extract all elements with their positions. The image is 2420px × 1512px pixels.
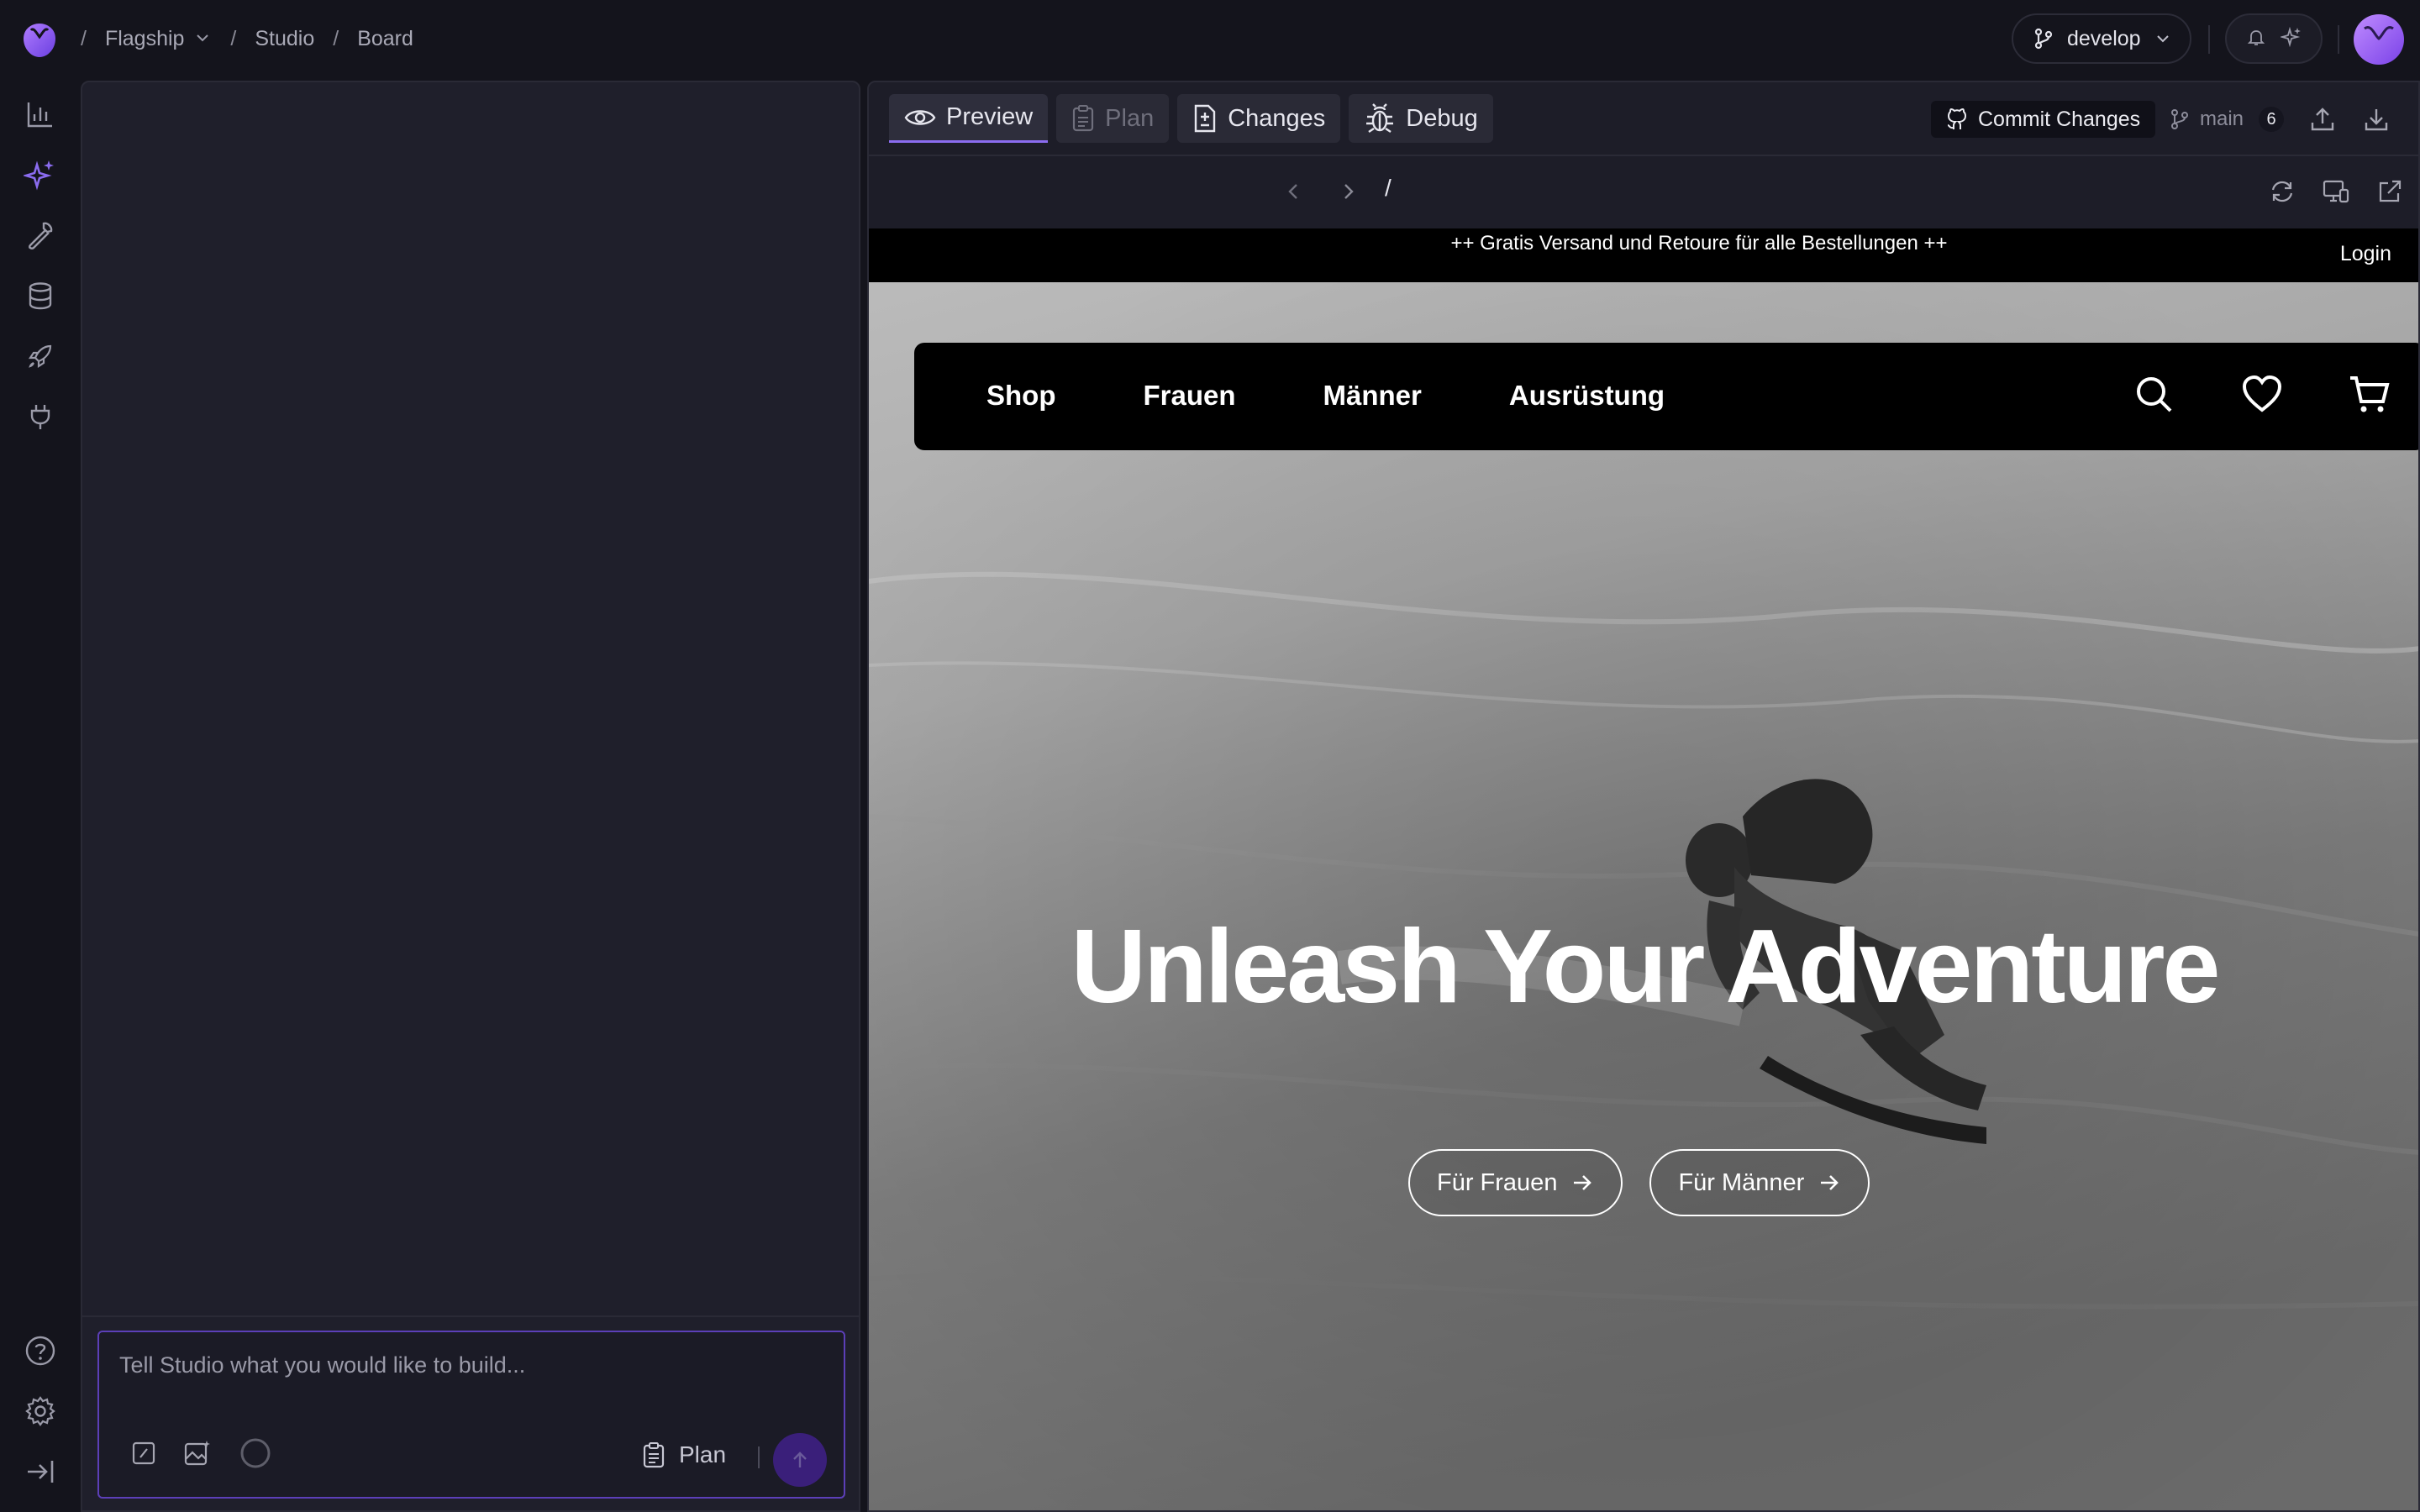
preview-panel: Preview Plan Changes Debug Commit Change… <box>867 81 2420 1512</box>
left-rail <box>0 77 81 1512</box>
loading-indicator-icon <box>239 1436 272 1474</box>
download-icon[interactable] <box>2361 104 2391 134</box>
wrench-icon[interactable] <box>24 218 57 252</box>
collapse-sidebar-icon[interactable] <box>24 1455 57 1488</box>
cta-label: Für Männer <box>1678 1168 1805 1196</box>
plan-mode-button[interactable]: Plan <box>642 1441 726 1468</box>
back-arrow-icon[interactable] <box>1279 176 1309 207</box>
eye-icon <box>904 109 936 125</box>
tab-label: Changes <box>1228 104 1326 132</box>
database-icon[interactable] <box>24 279 57 312</box>
slash-command-icon[interactable] <box>131 1441 156 1470</box>
app-logo-icon[interactable] <box>18 18 60 60</box>
branch-selector[interactable]: develop <box>2012 13 2191 64</box>
branch-name: develop <box>2067 26 2141 50</box>
browser-nav-bar: / <box>869 156 2418 227</box>
breadcrumb-page[interactable]: Board <box>357 27 413 51</box>
nav-link-maenner[interactable]: Männer <box>1323 380 1422 412</box>
nav-link-frauen[interactable]: Frauen <box>1143 380 1235 412</box>
help-icon[interactable] <box>24 1334 57 1368</box>
target-branch[interactable]: main 6 <box>2170 102 2285 136</box>
tab-label: Plan <box>1105 104 1155 132</box>
site-navigation: Shop Frauen Männer Ausrüstung <box>914 343 2418 450</box>
plug-icon[interactable] <box>24 400 57 433</box>
chevron-down-icon <box>197 34 209 41</box>
tab-changes[interactable]: Changes <box>1177 94 1341 143</box>
search-icon[interactable] <box>2133 373 2176 421</box>
site-nav-links: Shop Frauen Männer Ausrüstung <box>986 380 1752 412</box>
divider <box>758 1446 760 1468</box>
prompt-input[interactable]: Tell Studio what you would like to build… <box>119 1352 525 1378</box>
breadcrumb-separator: / <box>230 26 237 50</box>
divider <box>2208 25 2210 54</box>
site-preview: ++ Gratis Versand und Retoure für alle B… <box>869 228 2418 1510</box>
github-icon <box>1947 108 1967 129</box>
commit-label: Commit Changes <box>1978 107 2141 131</box>
branch-name: main <box>2200 108 2244 130</box>
settings-icon[interactable] <box>24 1394 57 1428</box>
site-nav-icons <box>2133 373 2391 421</box>
shop-men-button[interactable]: Für Männer <box>1649 1149 1870 1216</box>
git-branch-icon <box>2171 109 2188 129</box>
composer-tools <box>131 1436 272 1474</box>
hero-cta-group: Für Frauen Für Männer <box>1408 1149 1870 1216</box>
preview-tabs: Preview Plan Changes Debug <box>889 94 1493 146</box>
breadcrumb: / Flagship / Studio / Board <box>81 24 413 54</box>
breadcrumb-separator: / <box>333 26 339 50</box>
file-diff-icon <box>1195 104 1216 133</box>
bell-icon[interactable] <box>2246 27 2266 51</box>
heart-icon[interactable] <box>2240 373 2284 421</box>
arrow-right-icon <box>1574 1175 1592 1190</box>
ai-sparkle-icon[interactable] <box>24 158 57 192</box>
plan-label: Plan <box>679 1441 727 1467</box>
nav-link-shop[interactable]: Shop <box>986 380 1055 412</box>
cta-label: Für Frauen <box>1437 1168 1558 1196</box>
top-bar: / Flagship / Studio / Board develop <box>0 0 2420 77</box>
chevron-down-icon <box>2157 35 2169 43</box>
promo-banner: ++ Gratis Versand und Retoure für alle B… <box>869 228 2418 282</box>
tab-label: Debug <box>1406 104 1478 132</box>
hero-title: Unleash Your Adventure <box>1071 909 2221 1025</box>
clipboard-icon <box>1073 105 1094 132</box>
breadcrumb-project[interactable]: Flagship <box>105 27 210 51</box>
chat-panel: Tell Studio what you would like to build… <box>81 81 860 1512</box>
analytics-icon[interactable] <box>24 97 57 131</box>
login-link[interactable]: Login <box>2340 242 2391 266</box>
tab-label: Preview <box>946 103 1034 130</box>
divider <box>82 1315 859 1317</box>
url-path[interactable]: / <box>1385 175 1392 202</box>
arrow-up-icon <box>793 1452 807 1467</box>
divider <box>2338 25 2339 54</box>
sparkle-icon[interactable] <box>2279 26 2302 52</box>
tab-plan[interactable]: Plan <box>1056 94 1170 143</box>
bug-icon <box>1366 103 1394 133</box>
cart-icon[interactable] <box>2348 373 2391 421</box>
prompt-composer[interactable]: Tell Studio what you would like to build… <box>97 1331 845 1499</box>
clipboard-icon <box>643 1442 665 1468</box>
change-count-badge: 6 <box>2259 107 2285 132</box>
rocket-icon[interactable] <box>24 339 57 373</box>
shop-women-button[interactable]: Für Frauen <box>1408 1149 1623 1216</box>
git-branch-icon <box>2034 28 2053 50</box>
image-upload-icon[interactable] <box>183 1439 212 1472</box>
promo-text: ++ Gratis Versand und Retoure für alle B… <box>1450 232 1948 255</box>
avatar[interactable] <box>2353 13 2405 66</box>
tab-debug[interactable]: Debug <box>1349 94 1493 143</box>
commit-changes-button[interactable]: Commit Changes <box>1931 101 2156 138</box>
send-button[interactable] <box>773 1433 827 1487</box>
forward-arrow-icon[interactable] <box>1333 176 1363 207</box>
nav-link-ausruestung[interactable]: Ausrüstung <box>1509 380 1665 412</box>
refresh-icon[interactable] <box>2267 176 2297 207</box>
breadcrumb-section[interactable]: Studio <box>255 27 314 51</box>
arrow-right-icon <box>1821 1175 1839 1190</box>
tab-preview[interactable]: Preview <box>889 94 1049 143</box>
project-name: Flagship <box>104 26 185 50</box>
breadcrumb-separator: / <box>81 26 87 50</box>
responsive-devices-icon[interactable] <box>2321 176 2351 207</box>
open-external-icon[interactable] <box>2375 176 2405 207</box>
notification-group <box>2225 13 2323 64</box>
upload-icon[interactable] <box>2307 104 2338 134</box>
